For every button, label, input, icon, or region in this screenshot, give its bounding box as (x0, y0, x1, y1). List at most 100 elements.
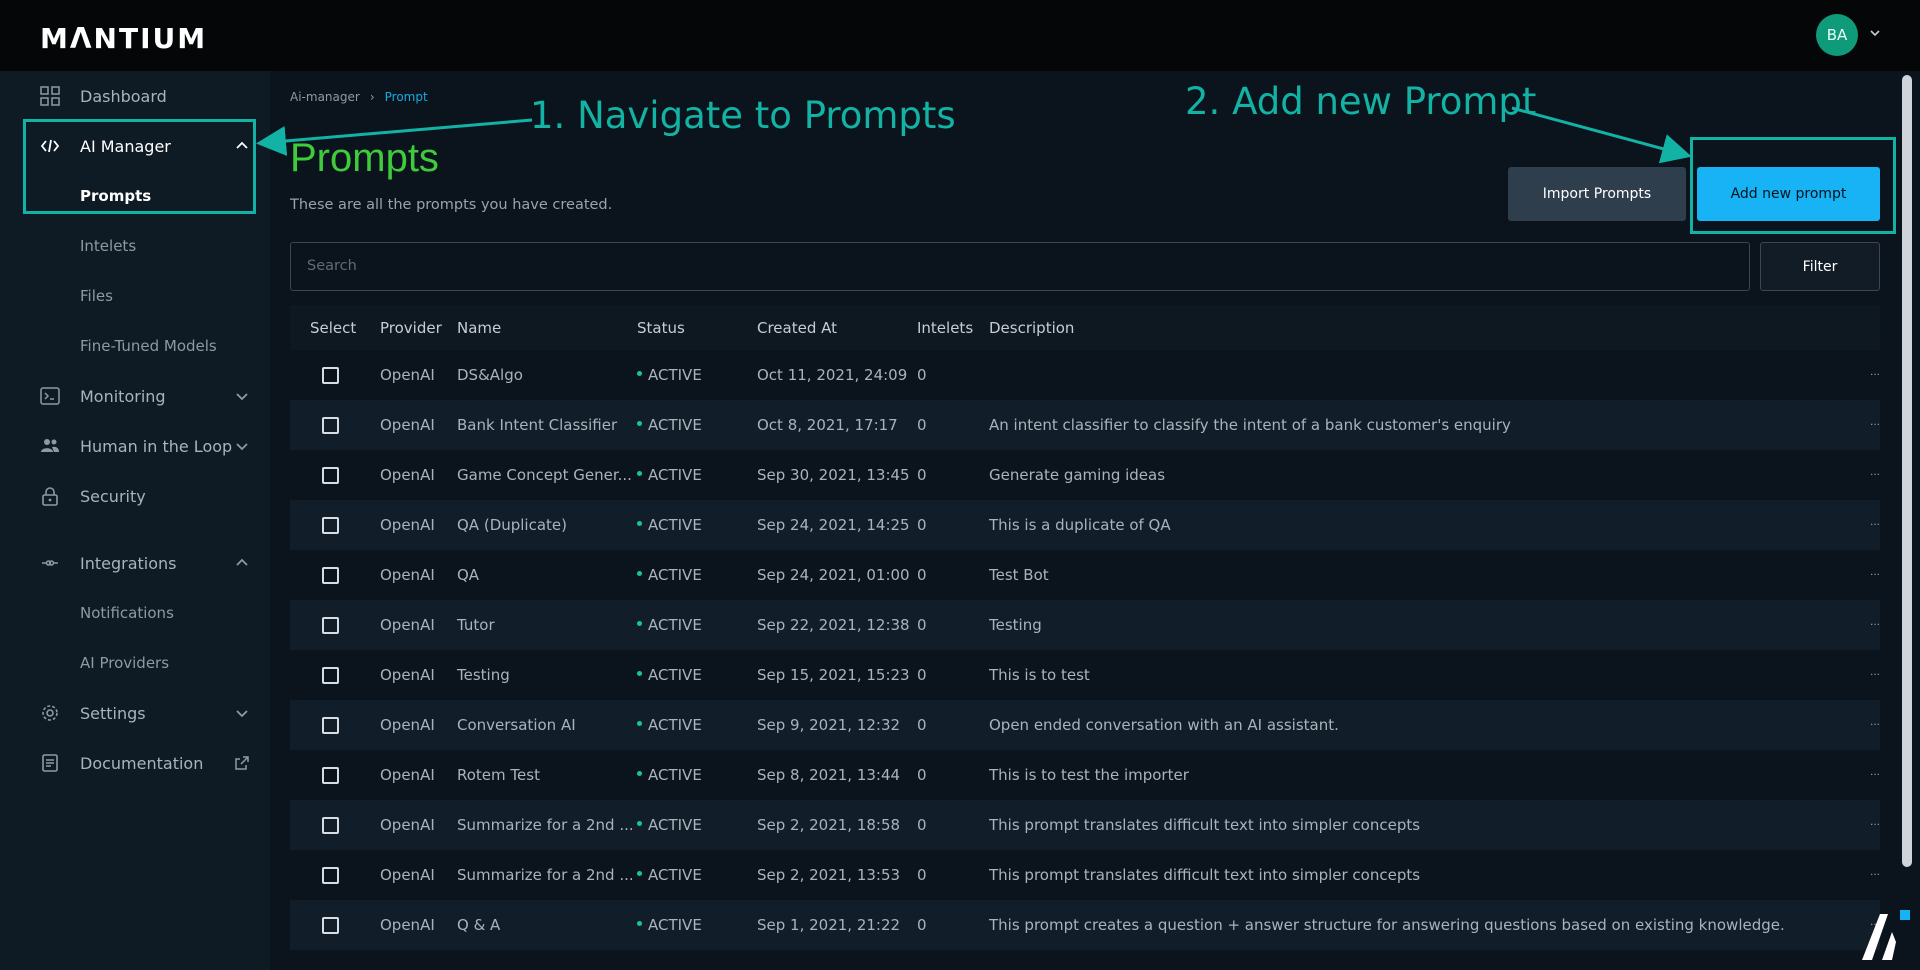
row-checkbox[interactable] (322, 767, 339, 784)
table-row[interactable]: OpenAI Testing ACTIVE Sep 15, 2021, 15:23 0 T… (290, 650, 1880, 700)
integrations-icon (42, 560, 58, 566)
cell-name[interactable]: Tutor (457, 616, 495, 634)
cell-name[interactable]: DS&Algo (457, 366, 523, 384)
status-dot-icon (637, 771, 642, 776)
row-checkbox[interactable] (322, 517, 339, 534)
external-link-icon[interactable] (234, 755, 250, 771)
row-checkbox[interactable] (322, 367, 339, 384)
row-more-menu[interactable]: ... (1870, 464, 1880, 478)
sidebar-item-settings[interactable]: Settings (0, 688, 270, 738)
cell-name[interactable]: QA (Duplicate) (457, 516, 567, 534)
row-more-menu[interactable]: ... (1870, 614, 1880, 628)
sidebar-item-security[interactable]: Security (0, 471, 270, 521)
sidebar-item-dashboard[interactable]: Dashboard (0, 71, 270, 121)
cell-name[interactable]: Conversation AI (457, 716, 576, 734)
cell-created-at: Sep 24, 2021, 01:00 (757, 566, 910, 584)
column-header-intelets[interactable]: Intelets (917, 319, 973, 337)
breadcrumb: Ai-manager › Prompt (290, 90, 428, 104)
table-row[interactable]: OpenAI DS&Algo ACTIVE Oct 11, 2021, 24:09 0.… (290, 350, 1880, 400)
chevron-down-icon[interactable] (1868, 26, 1882, 40)
user-avatar[interactable]: BA (1816, 14, 1858, 56)
row-checkbox[interactable] (322, 417, 339, 434)
row-checkbox[interactable] (322, 567, 339, 584)
status-text: ACTIVE (648, 766, 702, 784)
cell-name[interactable]: Rotem Test (457, 766, 540, 784)
column-header-created-at[interactable]: Created At (757, 319, 837, 337)
sidebar-item-integrations[interactable]: Integrations (0, 538, 270, 588)
sidebar-item-human-in-the-loop[interactable]: Human in the Loop (0, 421, 270, 471)
column-header-name[interactable]: Name (457, 319, 501, 337)
table-row[interactable]: OpenAI Tutor ACTIVE Sep 22, 2021, 12:38 0 Tes… (290, 600, 1880, 650)
cell-description: This prompt translates difficult text in… (989, 816, 1421, 834)
cell-description: This is a duplicate of QA (989, 516, 1171, 534)
cell-provider: OpenAI (380, 666, 435, 684)
table-row[interactable]: OpenAI Game Concept Gener... ACTIVE Sep 30,… (290, 450, 1880, 500)
table-row[interactable]: OpenAI Q & A ACTIVE Sep 1, 2021, 21:22 0 This… (290, 900, 1880, 950)
row-checkbox[interactable] (322, 817, 339, 834)
row-more-menu[interactable]: ... (1870, 514, 1880, 528)
breadcrumb-current[interactable]: Prompt (385, 90, 428, 104)
sidebar-item-ai-providers[interactable]: AI Providers (0, 638, 270, 688)
chevron-up-icon[interactable] (234, 555, 250, 571)
cell-name[interactable]: Testing (457, 666, 510, 684)
sidebar-item-monitoring[interactable]: Monitoring (0, 371, 270, 421)
cell-provider: OpenAI (380, 366, 435, 384)
row-more-menu[interactable]: ... (1870, 864, 1880, 878)
row-checkbox[interactable] (322, 467, 339, 484)
annotation-step-1: 1. Navigate to Prompts (530, 94, 956, 137)
column-header-description[interactable]: Description (989, 319, 1074, 337)
annotation-highlight-add-prompt (1690, 137, 1896, 234)
row-more-menu[interactable]: ... (1870, 414, 1880, 428)
table-row[interactable]: OpenAI Bank Intent Classifier ACTIVE Oct 8,… (290, 400, 1880, 450)
scrollbar[interactable] (1902, 75, 1912, 867)
cell-name[interactable]: Q & A (457, 916, 500, 934)
table-row[interactable]: OpenAI Rotem Test ACTIVE Sep 8, 2021, 13:44… (290, 750, 1880, 800)
search-input[interactable]: Search (290, 242, 1750, 291)
row-more-menu[interactable]: ... (1870, 814, 1880, 828)
cell-status: ACTIVE (637, 416, 702, 434)
row-more-menu[interactable]: ... (1870, 764, 1880, 778)
sidebar-item-intelets[interactable]: Intelets (0, 221, 270, 271)
row-checkbox[interactable] (322, 617, 339, 634)
table-row[interactable]: OpenAI QA (Duplicate) ACTIVE Sep 24, 2021, … (290, 500, 1880, 550)
row-checkbox[interactable] (322, 917, 339, 934)
cell-name[interactable]: Game Concept Gener... (457, 466, 632, 484)
sidebar-item-documentation[interactable]: Documentation (0, 738, 270, 788)
row-more-menu[interactable]: ... (1870, 664, 1880, 678)
row-more-menu[interactable]: ... (1870, 564, 1880, 578)
column-header-provider[interactable]: Provider (380, 319, 442, 337)
chevron-down-icon[interactable] (234, 438, 250, 454)
cell-intelets: 0 (917, 566, 927, 584)
sidebar-item-files[interactable]: Files (0, 271, 270, 321)
table-row[interactable]: OpenAI Summarize for a 2nd ... ACTIVE Sep 2… (290, 800, 1880, 850)
cell-name[interactable]: Bank Intent Classifier (457, 416, 617, 434)
import-prompts-button[interactable]: Import Prompts (1508, 167, 1686, 221)
cell-name[interactable]: Summarize for a 2nd ... (457, 866, 634, 884)
annotation-highlight-ai-manager (23, 119, 256, 214)
sidebar-item-label: Fine-Tuned Models (80, 337, 217, 355)
cell-status: ACTIVE (637, 866, 702, 884)
breadcrumb-parent[interactable]: Ai-manager (290, 90, 360, 104)
table-row[interactable]: OpenAI QA ACTIVE Sep 24, 2021, 01:00 0 Test B… (290, 550, 1880, 600)
cell-name[interactable]: Summarize for a 2nd ... (457, 816, 634, 834)
filter-button[interactable]: Filter (1760, 242, 1880, 291)
mantium-logo[interactable]: MΛNTIUM (40, 22, 207, 55)
row-more-menu[interactable]: ... (1870, 364, 1880, 378)
chevron-down-icon[interactable] (234, 388, 250, 404)
cell-description: This is to test (989, 666, 1090, 684)
row-checkbox[interactable] (322, 667, 339, 684)
cell-intelets: 0 (917, 816, 927, 834)
sidebar-item-notifications[interactable]: Notifications (0, 588, 270, 638)
chevron-down-icon[interactable] (234, 705, 250, 721)
row-checkbox[interactable] (322, 717, 339, 734)
cell-name[interactable]: QA (457, 566, 479, 584)
document-icon (42, 754, 58, 772)
column-header-status[interactable]: Status (637, 319, 685, 337)
row-checkbox[interactable] (322, 867, 339, 884)
status-dot-icon (637, 821, 642, 826)
table-row[interactable]: OpenAI Summarize for a 2nd ... ACTIVE Sep 2… (290, 850, 1880, 900)
sidebar-item-fine-tuned-models[interactable]: Fine-Tuned Models (0, 321, 270, 371)
row-more-menu[interactable]: ... (1870, 714, 1880, 728)
table-row[interactable]: OpenAI Conversation AI ACTIVE Sep 9, 2021, … (290, 700, 1880, 750)
cell-intelets: 0 (917, 616, 927, 634)
